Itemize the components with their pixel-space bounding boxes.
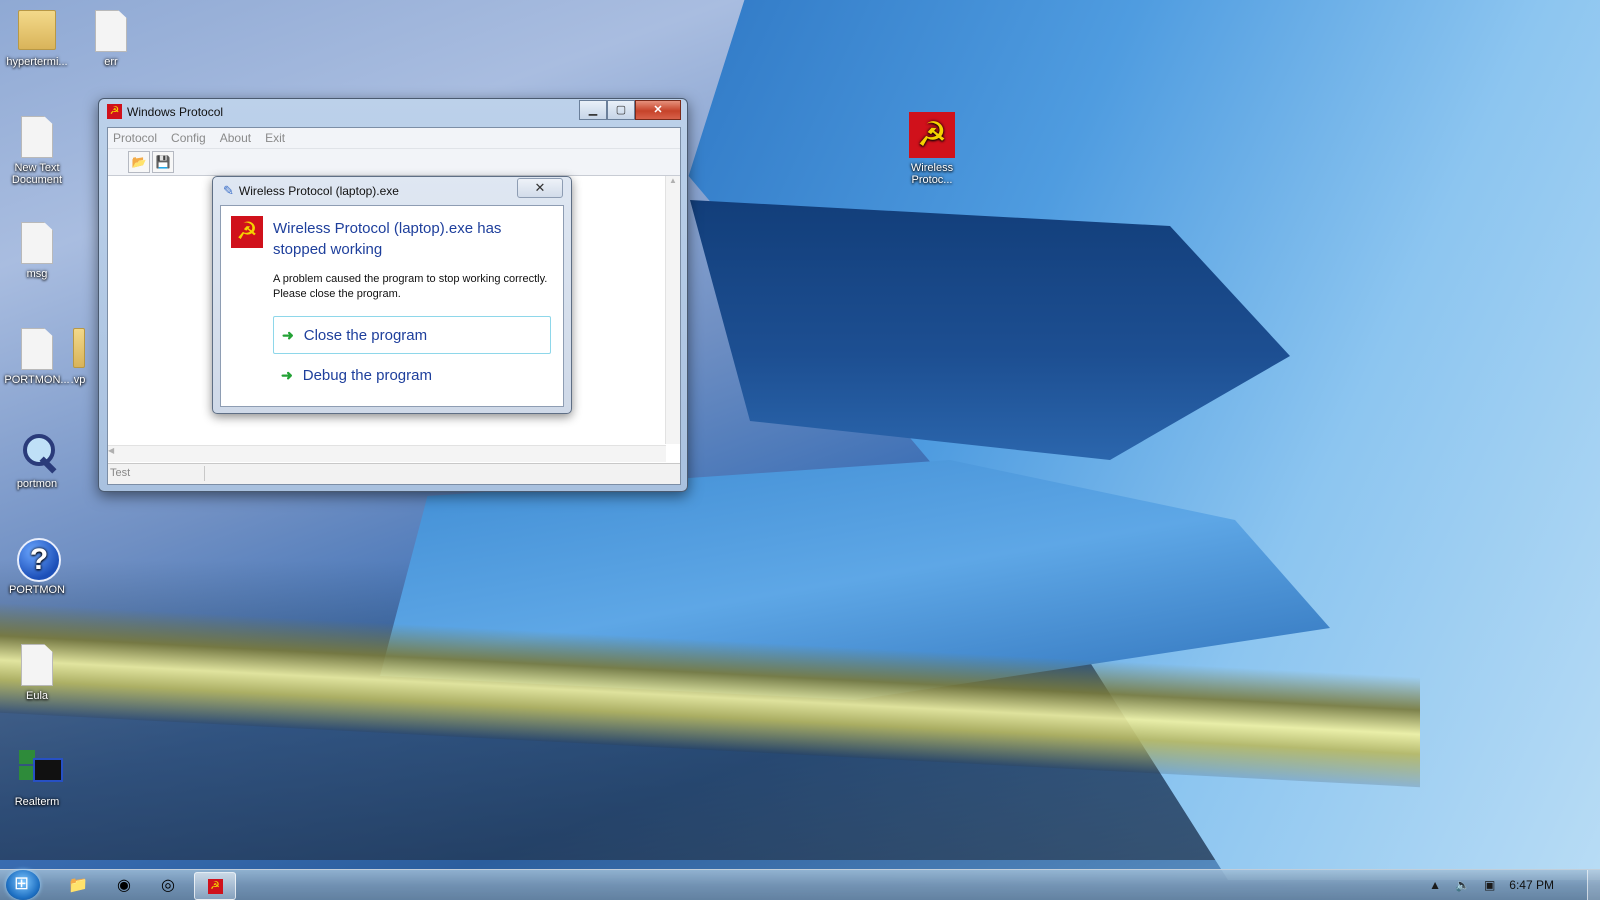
window-titlebar[interactable]: ☭ Windows Protocol bbox=[107, 104, 223, 119]
status-bar: Test bbox=[108, 463, 680, 484]
minimize-button[interactable]: ▁ bbox=[579, 100, 607, 120]
desktop-icon-wireless-protocol[interactable]: ☭ Wireless Protoc... bbox=[893, 112, 971, 186]
hammer-sickle-icon: ☭ bbox=[909, 112, 955, 158]
open-folder-icon[interactable]: 📂 bbox=[128, 151, 150, 173]
green-arrow-icon: ➜ bbox=[282, 326, 294, 343]
start-button[interactable] bbox=[6, 870, 40, 900]
desktop-icon-err[interactable]: err bbox=[74, 10, 148, 68]
app-crash-icon: ✎ bbox=[223, 183, 234, 198]
network-icon[interactable]: ▣ bbox=[1484, 878, 1495, 892]
folder-icon bbox=[73, 328, 85, 368]
firefox-icon[interactable]: ◎ bbox=[148, 872, 188, 898]
system-tray: ▲ 🔈 ▣ 6:47 PM bbox=[1429, 870, 1600, 900]
dialog-message: A problem caused the program to stop wor… bbox=[273, 273, 548, 300]
text-file-icon bbox=[21, 222, 53, 264]
realterm-icon bbox=[17, 750, 63, 790]
desktop-icon-portmon-help[interactable]: ? PORTMON bbox=[0, 538, 74, 596]
desktop-icon-eula[interactable]: Eula bbox=[0, 644, 74, 702]
chrome-icon[interactable]: ◉ bbox=[104, 872, 144, 898]
file-icon bbox=[21, 328, 53, 370]
menu-config[interactable]: Config bbox=[171, 131, 206, 145]
maximize-button[interactable]: ▢ bbox=[607, 100, 635, 120]
menu-about[interactable]: About bbox=[220, 131, 251, 145]
magnifier-icon bbox=[17, 432, 61, 474]
save-icon[interactable]: 💾 bbox=[152, 151, 174, 173]
status-text: Test bbox=[110, 466, 205, 481]
dialog-body: ☭ Wireless Protocol (laptop).exe has sto… bbox=[220, 205, 564, 407]
menu-exit[interactable]: Exit bbox=[265, 131, 285, 145]
hammer-sickle-icon: ☭ bbox=[207, 878, 223, 894]
dialog-heading: Wireless Protocol (laptop).exe has stopp… bbox=[273, 220, 502, 258]
text-file-icon bbox=[21, 644, 53, 686]
debug-program-button[interactable]: ➜ Debug the program bbox=[273, 356, 551, 394]
toolbar: 📂 💾 bbox=[108, 149, 680, 176]
show-desktop-button[interactable] bbox=[1587, 870, 1600, 900]
hammer-sickle-icon: ☭ bbox=[231, 216, 263, 248]
horizontal-scrollbar[interactable]: ◀ bbox=[108, 445, 666, 462]
show-hidden-icons-icon[interactable]: ▲ bbox=[1429, 878, 1441, 892]
green-arrow-icon: ➜ bbox=[281, 366, 293, 383]
window-controls: ▁ ▢ ✕ bbox=[579, 100, 681, 120]
menu-protocol[interactable]: Protocol bbox=[113, 131, 157, 145]
desktop-icon-hyperterminal[interactable]: hypertermi... bbox=[0, 10, 74, 68]
explorer-icon[interactable]: 📁 bbox=[58, 872, 98, 898]
desktop-icon-msg[interactable]: msg bbox=[0, 222, 74, 280]
close-program-button[interactable]: ➜ Close the program bbox=[273, 316, 551, 354]
menu-bar: Protocol Config About Exit bbox=[108, 128, 680, 149]
desktop-icon-portmon[interactable]: portmon bbox=[0, 432, 74, 490]
window-title: Windows Protocol bbox=[127, 104, 224, 119]
desktop-icon-vp[interactable]: .vp bbox=[58, 328, 98, 386]
desktop-icon-realterm[interactable]: Realterm bbox=[0, 750, 74, 808]
hammer-sickle-icon: ☭ bbox=[107, 104, 122, 119]
vertical-scrollbar[interactable]: ▲ bbox=[665, 176, 680, 444]
dialog-close-button[interactable]: ✕ bbox=[517, 178, 563, 198]
error-dialog: ✎ Wireless Protocol (laptop).exe ✕ ☭ Wir… bbox=[212, 176, 572, 414]
desktop-icon-new-text-document[interactable]: New Text Document bbox=[0, 116, 74, 186]
dialog-title: Wireless Protocol (laptop).exe bbox=[238, 184, 399, 198]
taskbar: 📁 ◉ ◎ ☭ ▲ 🔈 ▣ 6:47 PM bbox=[0, 869, 1600, 900]
text-file-icon bbox=[95, 10, 127, 52]
clock[interactable]: 6:47 PM bbox=[1509, 878, 1554, 892]
folder-icon bbox=[18, 10, 56, 50]
volume-icon[interactable]: 🔈 bbox=[1455, 878, 1470, 892]
help-icon: ? bbox=[17, 538, 61, 582]
close-button[interactable]: ✕ bbox=[635, 100, 681, 120]
wireless-protocol-taskbar-button[interactable]: ☭ bbox=[194, 872, 236, 900]
dialog-titlebar[interactable]: ✎ Wireless Protocol (laptop).exe bbox=[223, 183, 399, 199]
text-file-icon bbox=[21, 116, 53, 158]
